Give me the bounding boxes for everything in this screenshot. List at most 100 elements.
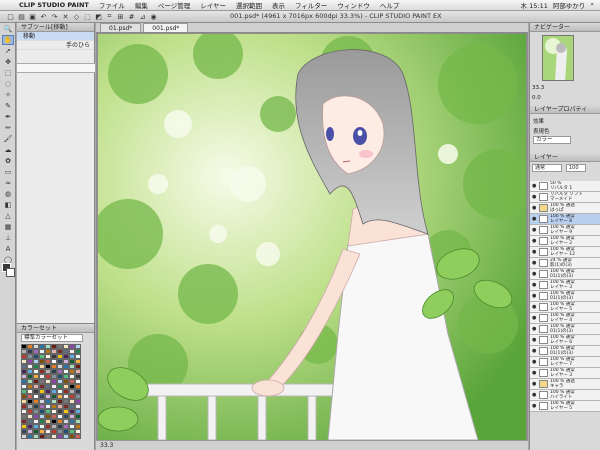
- grid-snap-icon[interactable]: #: [127, 12, 136, 21]
- visibility-eye-icon[interactable]: ●: [532, 194, 537, 200]
- visibility-eye-icon[interactable]: ●: [532, 403, 537, 409]
- sub-tool-hand[interactable]: 手のひら: [17, 41, 94, 50]
- layer-row[interactable]: ● 100 % 通常 レイヤー 3: [530, 368, 600, 379]
- brush-tool-icon[interactable]: 🖌: [2, 134, 14, 144]
- visibility-eye-icon[interactable]: ●: [532, 260, 537, 266]
- operation-tool-icon[interactable]: ➚: [2, 46, 14, 56]
- layer-row[interactable]: ● 100 % 通常 ハイライト: [530, 390, 600, 401]
- airbrush-tool-icon[interactable]: ☁: [2, 145, 14, 155]
- layer-row[interactable]: ● 100 % 通常 レイヤー 3: [530, 280, 600, 291]
- visibility-eye-icon[interactable]: ●: [532, 348, 537, 354]
- layer-row[interactable]: ● 100 % 通常 レイヤー 6: [530, 335, 600, 346]
- redo-icon[interactable]: ↷: [50, 12, 59, 21]
- color-swatch-grid[interactable]: [21, 344, 83, 442]
- transform-icon[interactable]: ◇: [72, 12, 81, 21]
- layer-move-tool-icon[interactable]: ✥: [2, 57, 14, 67]
- menu-edit[interactable]: 編集: [130, 0, 153, 10]
- visibility-eye-icon[interactable]: ●: [532, 293, 537, 299]
- visibility-eye-icon[interactable]: ●: [532, 304, 537, 310]
- visibility-eye-icon[interactable]: ●: [532, 238, 537, 244]
- canvas-status-bar[interactable]: 33.3: [96, 440, 528, 450]
- layer-row[interactable]: ● 100 % 通常 レイヤー 4: [530, 313, 600, 324]
- menu-filter[interactable]: フィルター: [290, 0, 332, 10]
- fill-tool-icon[interactable]: ◍: [2, 189, 14, 199]
- navigator-thumbnail[interactable]: [542, 35, 574, 81]
- ruler-snap-icon[interactable]: ⊞: [116, 12, 125, 21]
- layer-row[interactable]: ● 100 % 通常 01(1)の(3): [530, 324, 600, 335]
- visibility-eye-icon[interactable]: ●: [532, 282, 537, 288]
- layer-row[interactable]: ● 100 % 通常 01(1)の(3): [530, 269, 600, 280]
- gradient-tool-icon[interactable]: ◧: [2, 200, 14, 210]
- color-swatch[interactable]: [75, 434, 81, 439]
- visibility-eye-icon[interactable]: ●: [532, 183, 537, 189]
- user-name[interactable]: 阿部ゆかり: [553, 0, 586, 10]
- navigator-zoom[interactable]: 33.3: [532, 85, 544, 91]
- eyedropper-icon[interactable]: ✎: [2, 101, 14, 111]
- visibility-eye-icon[interactable]: ●: [532, 315, 537, 321]
- text-tool-icon[interactable]: A: [2, 244, 14, 254]
- clip-studio-icon[interactable]: ◉: [149, 12, 158, 21]
- blend-mode-select[interactable]: 通常: [532, 164, 562, 172]
- menu-window[interactable]: ウィンドウ: [332, 0, 375, 10]
- visibility-eye-icon[interactable]: ●: [532, 337, 537, 343]
- layer-folder-row[interactable]: ● 100 % 通過 キャラ: [530, 379, 600, 390]
- undo-icon[interactable]: ↶: [39, 12, 48, 21]
- eraser-tool-icon[interactable]: ▭: [2, 167, 14, 177]
- invert-selection-icon[interactable]: ◩: [94, 12, 103, 21]
- selection-tool-icon[interactable]: ⬚: [2, 68, 14, 78]
- layer-row[interactable]: ● 100 % 通常 01(1)の(3): [530, 291, 600, 302]
- menu-file[interactable]: ファイル: [94, 0, 130, 10]
- pen-tool-icon[interactable]: ✒: [2, 112, 14, 122]
- opacity-field[interactable]: 100: [566, 164, 586, 172]
- deselect-icon[interactable]: ⬚: [83, 12, 92, 21]
- frame-tool-icon[interactable]: ▦: [2, 222, 14, 232]
- spotlight-icon[interactable]: ⌕: [590, 0, 594, 10]
- menu-layer[interactable]: レイヤー: [195, 0, 231, 10]
- tab-001-psd[interactable]: 001.psd*: [143, 23, 189, 32]
- layer-row[interactable]: ● 100 % 通常 レイヤー 2: [530, 236, 600, 247]
- menu-selection[interactable]: 選択範囲: [231, 0, 267, 10]
- visibility-eye-icon[interactable]: ●: [532, 370, 537, 376]
- layer-row[interactable]: ● 100 % 通常 レイヤー 12: [530, 247, 600, 258]
- layer-row[interactable]: ● 24 % 通常 影(1)の(3): [530, 258, 600, 269]
- visibility-eye-icon[interactable]: ●: [532, 249, 537, 255]
- layer-row[interactable]: ● 100 % 通常 レイヤー 5: [530, 401, 600, 412]
- crop-icon[interactable]: ⌗: [105, 12, 114, 21]
- ruler-tool-icon[interactable]: ⊥: [2, 233, 14, 243]
- visibility-eye-icon[interactable]: ●: [532, 216, 537, 222]
- sub-color-swatch[interactable]: [6, 268, 15, 277]
- illustration-canvas[interactable]: [98, 34, 526, 440]
- navigator-angle[interactable]: 0.0: [532, 95, 541, 101]
- expression-color-select[interactable]: カラー: [533, 136, 571, 144]
- perspective-snap-icon[interactable]: ⊿: [138, 12, 147, 21]
- layer-row[interactable]: ● 100 % 通常 レイヤー 8: [530, 214, 600, 225]
- layer-row[interactable]: ● 100 % 通常 レイヤー 7: [530, 357, 600, 368]
- visibility-eye-icon[interactable]: ●: [532, 392, 537, 398]
- lasso-tool-icon[interactable]: ◌: [2, 79, 14, 89]
- layer-row[interactable]: ● 100 % 通常 レイヤー 9: [530, 225, 600, 236]
- visibility-eye-icon[interactable]: ●: [532, 326, 537, 332]
- decoration-tool-icon[interactable]: ✿: [2, 156, 14, 166]
- visibility-eye-icon[interactable]: ●: [532, 359, 537, 365]
- layer-folder-row[interactable]: ● 100 % 通過 はっぱ: [530, 203, 600, 214]
- clear-icon[interactable]: ✕: [61, 12, 70, 21]
- figure-tool-icon[interactable]: △: [2, 211, 14, 221]
- menu-view[interactable]: 表示: [267, 0, 290, 10]
- layer-row[interactable]: ● 100 % 通常 レイヤー 5: [530, 302, 600, 313]
- tab-01-psd[interactable]: 01.psd*: [100, 23, 142, 32]
- move-tool-icon[interactable]: ✋: [2, 35, 14, 45]
- color-set-select[interactable]: 標準カラーセット: [21, 334, 83, 342]
- menu-page[interactable]: ページ管理: [153, 0, 195, 10]
- layer-row[interactable]: ● リバルタ ソフト マーメイド: [530, 192, 600, 203]
- layer-row[interactable]: ● 100 % 通常 01(1)の(3): [530, 346, 600, 357]
- sub-tool-move[interactable]: 移動: [17, 32, 94, 41]
- pencil-tool-icon[interactable]: ✏: [2, 123, 14, 133]
- visibility-eye-icon[interactable]: ●: [532, 227, 537, 233]
- blend-tool-icon[interactable]: ≈: [2, 178, 14, 188]
- open-file-icon[interactable]: ▤: [17, 12, 26, 21]
- menu-help[interactable]: ヘルプ: [375, 0, 405, 10]
- app-menu[interactable]: CLIP STUDIO PAINT: [14, 1, 94, 9]
- canvas-zoom[interactable]: 33.3: [100, 442, 113, 449]
- save-icon[interactable]: ▣: [28, 12, 37, 21]
- zoom-tool-icon[interactable]: 🔍: [2, 24, 14, 34]
